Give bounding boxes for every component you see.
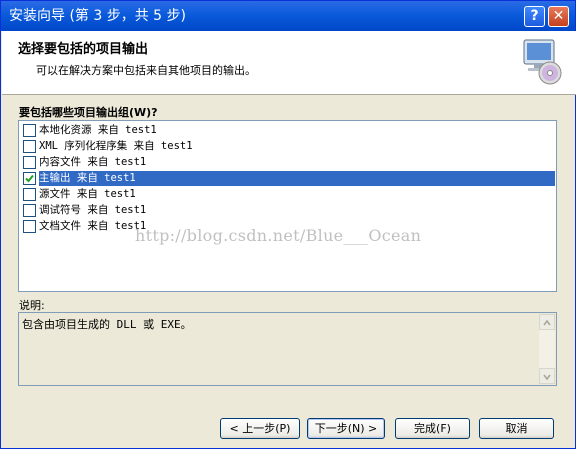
cancel-button[interactable]: 取消 xyxy=(479,418,554,439)
checkbox[interactable] xyxy=(23,188,36,201)
window-title: 安装向导 (第 3 步，共 5 步) xyxy=(9,8,186,24)
list-item-selected[interactable]: 主输出 来自 test1 xyxy=(20,171,555,186)
description-scrollbar[interactable] xyxy=(539,314,555,384)
chevron-down-icon xyxy=(543,374,551,381)
close-button[interactable]: ✕ xyxy=(548,6,569,27)
help-button[interactable]: ? xyxy=(524,6,545,27)
wizard-header: 选择要包括的项目输出 可以在解决方案中包括来自其他项目的输出。 xyxy=(2,31,576,95)
page-title: 选择要包括的项目输出 xyxy=(18,42,149,57)
list-item[interactable]: 源文件 来自 test1 xyxy=(20,187,555,202)
list-item-label: 本地化资源 来自 test1 xyxy=(39,124,157,136)
back-button[interactable]: < 上一步(P) xyxy=(220,418,300,439)
description-text: 包含由项目生成的 DLL 或 EXE。 xyxy=(22,318,192,331)
computer-cd-icon xyxy=(523,39,562,85)
title-bar[interactable]: 安装向导 (第 3 步，共 5 步) ? ✕ xyxy=(1,1,575,31)
checkbox[interactable] xyxy=(23,124,36,137)
output-groups-list[interactable]: 本地化资源 来自 test1 XML 序列化程序集 来自 test1 内容文件 … xyxy=(18,120,557,292)
checkbox[interactable] xyxy=(23,156,36,169)
finish-button[interactable]: 完成(F) xyxy=(395,418,470,439)
list-item-label: 内容文件 来自 test1 xyxy=(39,156,147,168)
list-item[interactable]: 内容文件 来自 test1 xyxy=(20,155,555,170)
checkmark-icon xyxy=(25,174,34,183)
list-item-label: 主输出 来自 test1 xyxy=(39,171,555,186)
next-button[interactable]: 下一步(N) > xyxy=(307,418,385,439)
page-subtitle: 可以在解决方案中包括来自其他项目的输出。 xyxy=(36,64,256,77)
checkbox[interactable] xyxy=(23,140,36,153)
list-item[interactable]: 调试符号 来自 test1 xyxy=(20,203,555,218)
list-item-label: XML 序列化程序集 来自 test1 xyxy=(39,140,193,152)
setup-wizard-window: 安装向导 (第 3 步，共 5 步) ? ✕ 选择要包括的项目输出 可以在解决方… xyxy=(0,0,576,449)
list-item-label: 调试符号 来自 test1 xyxy=(39,204,147,216)
chevron-up-icon xyxy=(543,319,551,326)
list-item-label: 文档文件 来自 test1 xyxy=(39,220,147,232)
list-item[interactable]: 本地化资源 来自 test1 xyxy=(20,123,555,138)
description-label: 说明: xyxy=(19,299,45,312)
checkbox[interactable] xyxy=(23,220,36,233)
list-item-label: 源文件 来自 test1 xyxy=(39,188,136,200)
scroll-up-button[interactable] xyxy=(539,314,555,330)
list-item[interactable]: XML 序列化程序集 来自 test1 xyxy=(20,139,555,154)
description-box: 包含由项目生成的 DLL 或 EXE。 xyxy=(18,312,557,386)
scroll-down-button[interactable] xyxy=(539,368,555,384)
checkbox-checked[interactable] xyxy=(23,172,36,185)
checkbox[interactable] xyxy=(23,204,36,217)
output-groups-label: 要包括哪些项目输出组(W)? xyxy=(19,106,158,119)
watermark-text: http://blog.csdn.net/Blue___Ocean xyxy=(135,226,422,245)
